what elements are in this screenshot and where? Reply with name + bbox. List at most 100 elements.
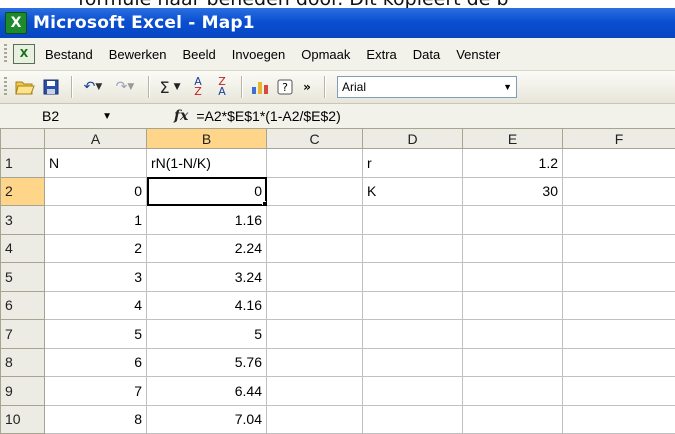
cell-f3[interactable] [562,205,675,235]
cell-e4[interactable] [462,233,563,263]
cell-b6[interactable]: 4.16 [146,290,267,320]
row-header[interactable]: 2 [0,176,45,206]
cell-b7[interactable]: 5 [146,319,267,349]
select-all-corner[interactable] [0,128,45,149]
cell-e7[interactable] [462,319,563,349]
fill-handle[interactable] [262,201,266,205]
row-header[interactable]: 9 [0,376,45,406]
open-icon[interactable] [13,75,37,99]
cell-e9[interactable] [462,376,563,406]
undo-icon[interactable]: ↶ ▼ [78,75,108,99]
menu-data[interactable]: Data [413,47,440,62]
cell-f6[interactable] [562,290,675,320]
cell-c2[interactable] [266,176,363,206]
cell-a8[interactable]: 6 [44,347,147,377]
formula-input[interactable]: =A2*$E$1*(1-A2/$E$2) [196,108,340,124]
menu-opmaak[interactable]: Opmaak [301,47,350,62]
cell-e5[interactable] [462,262,563,292]
cell-f4[interactable] [562,233,675,263]
cell-c4[interactable] [266,233,363,263]
row-header[interactable]: 5 [0,262,45,292]
cell-d2[interactable]: K [362,176,463,206]
cell-e8[interactable] [462,347,563,377]
cell-d8[interactable] [362,347,463,377]
cell-c5[interactable] [266,262,363,292]
excel-app-icon[interactable]: X [5,12,27,34]
cell-f2[interactable] [562,176,675,206]
column-header-c[interactable]: C [266,128,363,149]
cell-e3[interactable] [462,205,563,235]
cell-e1[interactable]: 1.2 [462,148,563,178]
help-icon[interactable]: ? [274,75,296,99]
menubar-grip[interactable] [4,44,7,64]
column-header-d[interactable]: D [362,128,463,149]
row-header[interactable]: 8 [0,347,45,377]
window-titlebar[interactable]: X Microsoft Excel - Map1 [0,8,675,38]
column-header-f[interactable]: F [562,128,675,149]
cell-d4[interactable] [362,233,463,263]
cell-b1[interactable]: rN(1-N/K) [146,148,267,178]
column-header-a[interactable]: A [44,128,147,149]
chart-wizard-icon[interactable] [248,75,272,99]
name-box[interactable]: B2 ▼ [0,105,120,127]
save-icon[interactable] [39,75,63,99]
cell-f8[interactable] [562,347,675,377]
cell-c9[interactable] [266,376,363,406]
autosum-icon[interactable]: Σ ▼ [155,75,185,99]
column-header-b[interactable]: B [146,128,267,149]
cell-a10[interactable]: 8 [44,404,147,434]
cell-f5[interactable] [562,262,675,292]
chevron-down-icon[interactable]: ▼ [102,111,112,122]
row-header[interactable]: 7 [0,319,45,349]
cell-b8[interactable]: 5.76 [146,347,267,377]
font-name-dropdown[interactable]: Arial ▼ [337,76,517,98]
cell-c7[interactable] [266,319,363,349]
row-header[interactable]: 3 [0,205,45,235]
menu-invoegen[interactable]: Invoegen [232,47,286,62]
cell-d7[interactable] [362,319,463,349]
cell-d6[interactable] [362,290,463,320]
cell-a7[interactable]: 5 [44,319,147,349]
cell-e10[interactable] [462,404,563,434]
cell-e2[interactable]: 30 [462,176,563,206]
row-header[interactable]: 6 [0,290,45,320]
cell-a5[interactable]: 3 [44,262,147,292]
cell-a1[interactable]: N [44,148,147,178]
cell-e6[interactable] [462,290,563,320]
redo-icon[interactable]: ↷ ▼ [110,75,140,99]
cell-a3[interactable]: 1 [44,205,147,235]
workbook-icon[interactable]: X [13,44,35,64]
cell-b10[interactable]: 7.04 [146,404,267,434]
toolbar-grip[interactable] [4,77,7,97]
cell-a2[interactable]: 0 [44,176,147,206]
cell-b3[interactable]: 1.16 [146,205,267,235]
cell-f1[interactable] [562,148,675,178]
cell-c6[interactable] [266,290,363,320]
more-buttons-icon[interactable]: » [298,75,316,99]
column-header-e[interactable]: E [462,128,563,149]
sort-ascending-icon[interactable]: AZ [187,75,209,99]
menu-bestand[interactable]: Bestand [45,47,93,62]
cell-d10[interactable] [362,404,463,434]
row-header[interactable]: 10 [0,404,45,434]
cell-a6[interactable]: 4 [44,290,147,320]
menu-extra[interactable]: Extra [366,47,396,62]
cell-a4[interactable]: 2 [44,233,147,263]
cell-f10[interactable] [562,404,675,434]
cell-b2[interactable]: 0 [146,176,267,206]
cell-b9[interactable]: 6.44 [146,376,267,406]
menu-beeld[interactable]: Beeld [183,47,216,62]
chevron-down-icon[interactable]: ▼ [503,82,512,92]
menu-bewerken[interactable]: Bewerken [109,47,167,62]
row-header[interactable]: 4 [0,233,45,263]
cell-c8[interactable] [266,347,363,377]
cell-b5[interactable]: 3.24 [146,262,267,292]
cell-c1[interactable] [266,148,363,178]
cell-c3[interactable] [266,205,363,235]
cell-d1[interactable]: r [362,148,463,178]
cell-c10[interactable] [266,404,363,434]
cell-a9[interactable]: 7 [44,376,147,406]
cell-d9[interactable] [362,376,463,406]
row-header[interactable]: 1 [0,148,45,178]
cell-d3[interactable] [362,205,463,235]
